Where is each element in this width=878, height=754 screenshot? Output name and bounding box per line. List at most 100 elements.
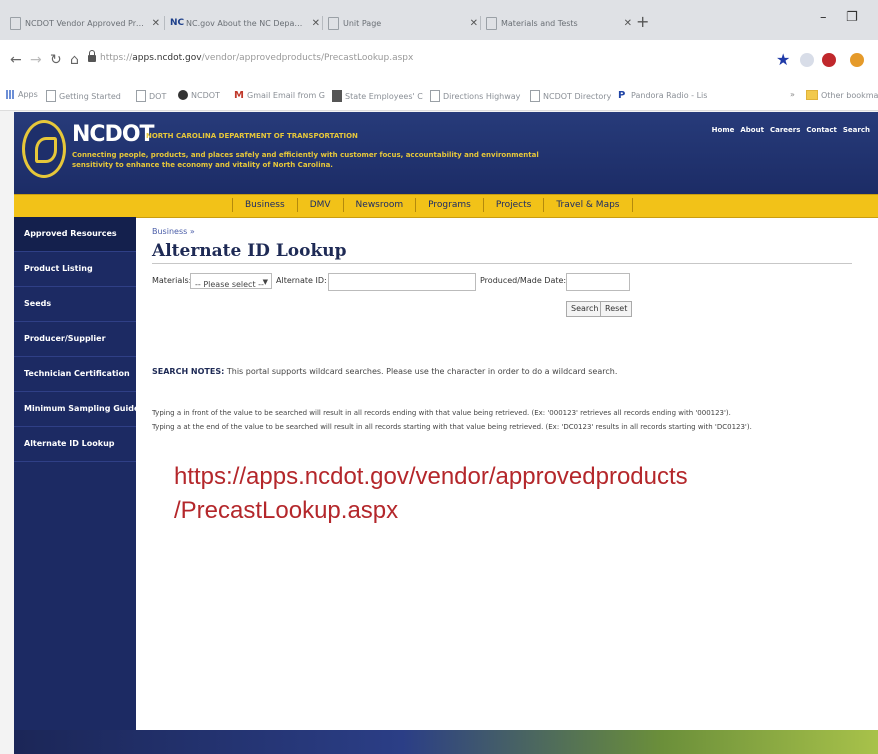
reset-button[interactable]: Reset xyxy=(600,301,633,317)
alternate-id-input[interactable] xyxy=(328,273,476,291)
link-home[interactable]: Home xyxy=(712,126,735,134)
alternate-id-label: Alternate ID: xyxy=(276,276,327,285)
sidebar-item-technician-certification[interactable]: Technician Certification xyxy=(14,357,136,392)
close-tab-icon[interactable]: ✕ xyxy=(152,18,160,29)
menu-item-projects[interactable]: Projects xyxy=(484,198,545,212)
ncdot-logo[interactable] xyxy=(22,120,66,178)
bookmark-item[interactable]: DOT xyxy=(136,90,166,102)
page-title: Alternate ID Lookup xyxy=(152,241,347,261)
site-brand[interactable]: NCDOT xyxy=(72,122,155,147)
sidebar: Approved Resources Product Listing Seeds… xyxy=(14,217,136,754)
title-divider xyxy=(152,263,852,264)
browser-tab[interactable]: Materials and Tests ✕ xyxy=(486,10,632,36)
minimize-icon[interactable]: – xyxy=(820,10,827,25)
bookmark-item[interactable]: NCDOT Directory xyxy=(530,90,611,102)
bookmark-label: DOT xyxy=(149,91,167,101)
new-tab-icon[interactable]: + xyxy=(636,12,649,31)
folder-icon xyxy=(806,90,818,100)
menu-item-newsroom[interactable]: Newsroom xyxy=(344,198,417,212)
home-icon[interactable]: ⌂ xyxy=(70,52,79,68)
sidebar-item-producer-supplier[interactable]: Producer/Supplier xyxy=(14,322,136,357)
bookmark-star-icon[interactable]: ★ xyxy=(776,50,790,69)
web-page: NCDOT NORTH CAROLINA DEPARTMENT OF TRANS… xyxy=(14,112,878,754)
maximize-icon[interactable]: ❐ xyxy=(846,10,858,25)
bookmark-item[interactable]: Getting Started xyxy=(46,90,121,102)
main-menu: Business DMV Newsroom Programs Projects … xyxy=(232,198,633,212)
tab-title: NC.gov About the NC Departm xyxy=(186,18,306,28)
bookmark-item[interactable]: P Pandora Radio - Lis xyxy=(618,90,707,101)
breadcrumb[interactable]: Business » xyxy=(152,227,195,236)
link-careers[interactable]: Careers xyxy=(770,126,800,134)
link-about[interactable]: About xyxy=(740,126,764,134)
utility-links: Home About Careers Contact Search xyxy=(712,126,870,134)
page-icon xyxy=(10,16,21,30)
pandora-icon: P xyxy=(618,90,626,101)
search-notes: SEARCH NOTES: This portal supports wildc… xyxy=(152,367,617,376)
browser-tab[interactable]: NCDOT Vendor Approved Prod ✕ xyxy=(10,10,160,36)
close-tab-icon[interactable]: ✕ xyxy=(624,18,632,29)
tab-title: NCDOT Vendor Approved Prod xyxy=(25,18,146,28)
sidebar-item-product-listing[interactable]: Product Listing xyxy=(14,252,136,287)
bookmark-item[interactable]: Directions Highway xyxy=(430,90,520,102)
bookmarks-bar: Apps Getting Started DOT NCDOT M Gmail Em… xyxy=(0,82,878,111)
close-tab-icon[interactable]: ✕ xyxy=(312,18,320,29)
extension-icon[interactable] xyxy=(800,53,814,67)
back-icon[interactable]: ← xyxy=(10,52,22,68)
search-notes-text: This portal supports wildcard searches. … xyxy=(226,367,618,376)
note-wildcard-prefix: Typing a in front of the value to be sea… xyxy=(152,409,731,417)
tab-divider xyxy=(322,16,323,30)
link-search[interactable]: Search xyxy=(843,126,870,134)
menu-item-programs[interactable]: Programs xyxy=(416,198,484,212)
search-notes-heading: SEARCH NOTES: xyxy=(152,367,225,376)
bookmark-label: NCDOT Directory xyxy=(543,91,612,101)
browser-tab[interactable]: NC NC.gov About the NC Departm ✕ xyxy=(170,10,320,36)
stop-extension-icon[interactable] xyxy=(822,53,836,67)
reload-icon[interactable]: ↻ xyxy=(50,52,62,68)
bookmark-item[interactable]: State Employees' C xyxy=(332,90,423,102)
tab-title: Unit Page xyxy=(343,18,382,28)
address-bar[interactable]: https://apps.ncdot.gov/vendor/approvedpr… xyxy=(100,53,413,63)
nc-icon: NC xyxy=(170,17,185,28)
produced-date-input[interactable] xyxy=(566,273,630,291)
main-menu-bar: Business DMV Newsroom Programs Projects … xyxy=(14,194,878,218)
menu-item-business[interactable]: Business xyxy=(232,198,298,212)
materials-select[interactable]: -- Please select -- ▼ xyxy=(190,273,272,289)
bookmark-other[interactable]: Other bookmarks xyxy=(806,90,878,100)
link-contact[interactable]: Contact xyxy=(806,126,837,134)
bookmark-label: Gmail Email from G xyxy=(247,91,325,100)
page-icon xyxy=(430,90,440,102)
materials-label: Materials: xyxy=(152,276,192,285)
lookup-form: Materials: -- Please select -- ▼ Alterna… xyxy=(152,273,872,293)
materials-select-value: -- Please select -- xyxy=(195,280,264,289)
bookmarks-overflow-icon[interactable]: » xyxy=(790,90,795,99)
browser-tab[interactable]: Unit Page ✕ xyxy=(328,10,478,36)
forward-icon[interactable]: → xyxy=(30,52,42,68)
search-button[interactable]: Search xyxy=(566,301,604,317)
nc-icon xyxy=(178,90,188,100)
annotation-line-2: /PrecastLookup.aspx xyxy=(174,497,399,524)
page-icon xyxy=(530,90,540,102)
note-wildcard-suffix: Typing a at the end of the value to be s… xyxy=(152,423,752,431)
close-tab-icon[interactable]: ✕ xyxy=(470,18,478,29)
apps-grid-icon xyxy=(6,90,15,99)
bookmark-item[interactable]: NCDOT xyxy=(178,90,220,100)
tab-divider xyxy=(480,16,481,30)
bookmark-label: Getting Started xyxy=(59,91,121,101)
menu-item-travel-maps[interactable]: Travel & Maps xyxy=(544,198,633,212)
bookmark-label: NCDOT xyxy=(191,90,220,100)
sidebar-item-minimum-sampling-guide[interactable]: Minimum Sampling Guide xyxy=(14,392,136,427)
bookmark-label: Other bookmarks xyxy=(821,90,878,100)
bookmark-apps[interactable]: Apps xyxy=(6,90,38,99)
profile-icon[interactable] xyxy=(850,53,864,67)
url-annotation: https://apps.ncdot.gov/vendor/approvedpr… xyxy=(174,460,688,528)
menu-item-dmv[interactable]: DMV xyxy=(298,198,344,212)
url-host: apps.ncdot.gov xyxy=(132,53,202,63)
sidebar-item-seeds[interactable]: Seeds xyxy=(14,287,136,322)
site-header: NCDOT NORTH CAROLINA DEPARTMENT OF TRANS… xyxy=(14,112,878,194)
sidebar-item-alternate-id-lookup[interactable]: Alternate ID Lookup xyxy=(14,427,136,462)
tab-title: Materials and Tests xyxy=(501,18,578,28)
page-icon xyxy=(136,90,146,102)
department-name: NORTH CAROLINA DEPARTMENT OF TRANSPORTAT… xyxy=(146,132,358,140)
bookmark-item[interactable]: M Gmail Email from G xyxy=(234,90,325,101)
footer-band xyxy=(14,730,878,754)
